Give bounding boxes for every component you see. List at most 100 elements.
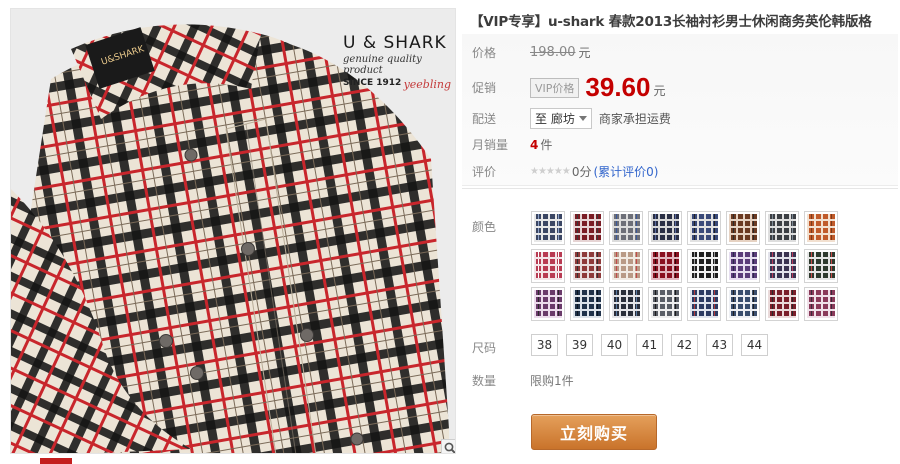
color-swatch[interactable] [570,287,604,321]
promo-unit: 元 [653,84,666,98]
section-divider [462,188,898,189]
swatch-pattern [768,252,796,280]
rating-label: 评价 [472,165,497,179]
brand-name: U & SHARK [343,33,447,53]
swatch-pattern [729,214,757,242]
swatch-pattern [807,252,835,280]
color-swatch[interactable] [648,211,682,245]
color-swatch[interactable] [531,287,565,321]
promo-row: 促销 VIP价格 39.60 元 [472,72,666,103]
size-option[interactable]: 41 [636,334,663,356]
brand-signature: yeebling [403,78,451,91]
promo-price: 39.60 [585,72,651,102]
color-swatch[interactable] [804,287,838,321]
color-swatch[interactable] [609,211,643,245]
brand-tagline: genuine quality product [343,54,422,76]
swatch-pattern [534,214,562,242]
vip-price-badge: VIP价格 [530,77,580,98]
rating-score: 0分 [571,165,592,179]
color-swatch[interactable] [687,249,721,283]
original-price: 198.00 [530,45,576,60]
price-label: 价格 [472,46,497,60]
swatch-pattern [612,290,640,318]
color-swatch[interactable] [726,249,760,283]
size-row-label: 尺码 [472,339,530,356]
size-option[interactable]: 43 [706,334,733,356]
color-swatch[interactable] [804,211,838,245]
brand-since: SINCE 1912 [343,78,402,88]
color-swatch[interactable] [687,211,721,245]
size-label: 尺码 [472,341,497,355]
color-swatch[interactable] [609,249,643,283]
caret-down-icon [578,115,587,121]
swatch-pattern [651,214,679,242]
shipping-destination: 至 廊坊 [535,112,575,126]
swatch-pattern [534,252,562,280]
swatch-pattern [651,252,679,280]
quantity-label: 数量 [472,374,497,388]
magnifier-icon [444,442,455,453]
size-option[interactable]: 40 [601,334,628,356]
color-swatch[interactable] [531,249,565,283]
swatch-pattern [573,252,601,280]
color-label: 颜色 [472,220,497,234]
sales-count: 4 [530,137,539,152]
color-swatch[interactable] [570,211,604,245]
color-row-label: 颜色 [472,218,530,235]
swatch-pattern [534,290,562,318]
size-option[interactable]: 44 [741,334,768,356]
color-swatch[interactable] [765,249,799,283]
color-swatch[interactable] [648,249,682,283]
sales-label: 月销量 [472,138,509,152]
sales-unit: 件 [540,138,553,152]
size-option[interactable]: 38 [531,334,558,356]
product-title: 【VIP专享】u-shark 春款2013长袖衬衫男士休闲商务英伦韩版格 [470,14,872,30]
price-unit: 元 [578,46,591,60]
swatch-pattern [729,290,757,318]
swatch-pattern [651,290,679,318]
swatch-pattern [573,214,601,242]
quantity-row: 数量 限购1件 [472,372,574,389]
size-options: 38 39 40 41 42 43 44 [531,334,768,356]
color-swatch[interactable] [765,287,799,321]
shipping-row: 配送 至 廊坊 商家承担运费 [472,108,671,129]
swatch-pattern [807,214,835,242]
color-swatch[interactable] [687,287,721,321]
rating-stars-icon: ★★★★★ [530,166,571,177]
swatch-pattern [690,214,718,242]
swatch-pattern [612,252,640,280]
swatch-pattern [612,214,640,242]
thumbnail-indicator [40,458,72,464]
purchase-limit-note: 限购1件 [530,374,574,388]
review-count-link[interactable]: (累计评价0) [593,163,658,180]
color-swatch[interactable] [648,287,682,321]
swatch-pattern [768,214,796,242]
sales-row: 月销量 4 件 [472,136,552,153]
color-swatch[interactable] [726,211,760,245]
swatch-pattern [690,290,718,318]
price-row: 价格 198.00 元 [472,44,591,61]
zoom-button[interactable] [441,439,455,453]
color-swatch[interactable] [765,211,799,245]
color-swatch[interactable] [609,287,643,321]
buy-now-button[interactable]: 立刻购买 [531,414,657,450]
color-swatch[interactable] [570,249,604,283]
shipping-note: 商家承担运费 [598,112,671,126]
promo-label: 促销 [472,81,497,95]
swatch-pattern [729,252,757,280]
rating-row: 评价 ★★★★★ 0分 (累计评价0) [472,163,658,180]
shipping-label: 配送 [472,112,497,126]
color-swatch-grid [531,211,838,321]
swatch-pattern [573,290,601,318]
color-swatch[interactable] [726,287,760,321]
color-swatch[interactable] [531,211,565,245]
size-option[interactable]: 42 [671,334,698,356]
swatch-pattern [768,290,796,318]
product-image[interactable]: U&SHARK U & SHARK genuine quality produc… [10,8,456,454]
color-swatch[interactable] [804,249,838,283]
brand-logo: U & SHARK genuine quality product SINCE … [343,33,451,91]
shipping-destination-select[interactable]: 至 廊坊 [530,108,592,129]
size-option[interactable]: 39 [566,334,593,356]
swatch-pattern [690,252,718,280]
swatch-pattern [807,290,835,318]
